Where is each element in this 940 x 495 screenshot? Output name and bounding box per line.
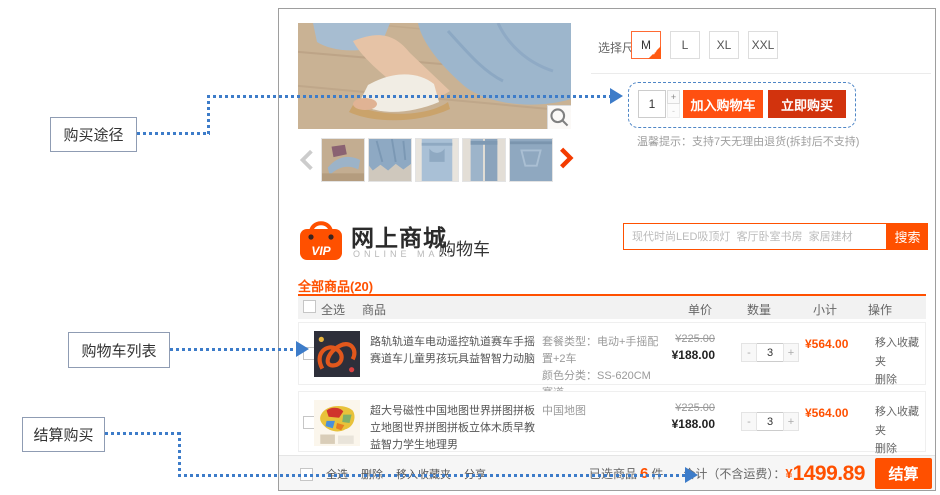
- item-price: ¥225.00 ¥188.00: [651, 333, 715, 362]
- cart-footer-bar: 全选 删除 移入收藏夹 分享 已选商品 6 件 合计（不含运费）： ¥ 1499…: [279, 455, 935, 490]
- item-subtotal: ¥564.00: [805, 406, 848, 420]
- item-actions: 移入收藏夹 删除: [875, 334, 925, 390]
- row-quantity-stepper: - +: [741, 412, 799, 431]
- cart-table-header: 全选 商品 单价 数量 小计 操作: [298, 296, 926, 319]
- select-all-checkbox[interactable]: [303, 300, 316, 313]
- annotation-purchase-path: 购买途径: [50, 117, 137, 152]
- item-image-china-map[interactable]: [314, 400, 360, 446]
- dotted-line: [178, 474, 686, 477]
- row-quantity-input[interactable]: [757, 343, 783, 362]
- size-option-xl[interactable]: XL: [709, 31, 739, 59]
- current-price: ¥188.00: [651, 348, 715, 362]
- thumbnail-2[interactable]: [368, 138, 412, 182]
- cart-row-china-map: 超大号磁性中国地图世界拼图拼板立地图世界拼图拼板立体木质早教益智力学生地理男 中…: [298, 391, 926, 452]
- dotted-line: [137, 132, 210, 135]
- quantity-input[interactable]: [638, 90, 666, 118]
- col-select-all: 全选: [321, 301, 345, 318]
- vip-text: VIP: [311, 244, 331, 258]
- search-input[interactable]: [623, 223, 887, 250]
- dotted-line: [105, 432, 181, 435]
- arrow-head-icon: [296, 341, 309, 357]
- page-title-cart: 购物车: [439, 235, 490, 260]
- thumbnail-4[interactable]: [462, 138, 506, 182]
- current-price: ¥188.00: [651, 417, 715, 431]
- quantity-increase-button[interactable]: +: [667, 90, 680, 104]
- increase-button[interactable]: +: [783, 343, 799, 362]
- col-unit-price: 单价: [688, 301, 712, 318]
- chevron-right-icon[interactable]: [558, 147, 574, 169]
- cart-row-track-toy: 路轨轨道车电动遥控轨道赛车手摇赛道车儿童男孩玩具益智智力动脑 套餐类型：电动+手…: [298, 322, 926, 385]
- cart-rows: 路轨轨道车电动遥控轨道赛车手摇赛道车儿童男孩玩具益智智力动脑 套餐类型：电动+手…: [298, 322, 926, 458]
- col-subtotal: 小计: [813, 301, 837, 318]
- row-quantity-input[interactable]: [757, 412, 783, 431]
- col-product: 商品: [362, 301, 386, 318]
- move-to-favorites-link[interactable]: 移入收藏夹: [875, 334, 925, 371]
- product-main-image: [298, 23, 571, 129]
- size-option-m[interactable]: M ✓: [631, 31, 661, 59]
- move-to-favorites-link[interactable]: 移入收藏夹: [875, 403, 925, 440]
- thumbnail-3[interactable]: [415, 138, 459, 182]
- annotation-cart-list: 购物车列表: [68, 332, 170, 368]
- item-image-track-toy[interactable]: [314, 331, 360, 377]
- col-action: 操作: [868, 301, 892, 318]
- shop-panel: 选择尺码: M ✓ L XL XXL + - 加入购物车 立即购买 温馨提示：支…: [278, 8, 936, 491]
- thumbnail-1[interactable]: [321, 138, 365, 182]
- size-option-l[interactable]: L: [670, 31, 700, 59]
- thumbnail-5[interactable]: [509, 138, 553, 182]
- delete-link[interactable]: 删除: [875, 371, 925, 390]
- vip-bag-logo-icon: VIP: [298, 215, 344, 262]
- dotted-line: [207, 95, 611, 98]
- total-amount: 1499.89: [793, 462, 865, 486]
- arrow-head-icon: [685, 467, 698, 483]
- dotted-line: [178, 432, 181, 477]
- item-title[interactable]: 超大号磁性中国地图世界拼图拼板立地图世界拼图拼板立体木质早教益智力学生地理男: [370, 403, 538, 454]
- mall-title: 网上商城: [351, 219, 447, 253]
- currency-symbol: ¥: [785, 466, 792, 481]
- size-option-xxl[interactable]: XXL: [748, 31, 778, 59]
- col-quantity: 数量: [747, 301, 771, 318]
- quantity-decrease-button[interactable]: -: [667, 104, 680, 118]
- selected-corner-icon: ✓: [648, 46, 661, 59]
- checkout-button[interactable]: 结算: [875, 458, 932, 489]
- decrease-button[interactable]: -: [741, 412, 757, 431]
- cart-section-title: 全部商品(20): [298, 276, 373, 295]
- dotted-line: [207, 95, 210, 135]
- item-price: ¥225.00 ¥188.00: [651, 402, 715, 431]
- size-options: M ✓ L XL XXL: [631, 31, 778, 59]
- chevron-left-icon[interactable]: [299, 149, 315, 171]
- buy-now-button[interactable]: 立即购买: [768, 90, 846, 118]
- thumbnail-strip: [321, 138, 553, 182]
- original-price: ¥225.00: [651, 333, 715, 345]
- row-quantity-stepper: - +: [741, 343, 799, 362]
- divider: [591, 73, 931, 74]
- return-policy-tip: 温馨提示：支持7天无理由退货(拆封后不支持): [637, 133, 859, 149]
- quantity-stepper: + -: [667, 90, 680, 118]
- original-price: ¥225.00: [651, 402, 715, 414]
- sandal-photo: [298, 23, 571, 129]
- item-actions: 移入收藏夹 删除: [875, 403, 925, 459]
- arrow-head-icon: [610, 88, 623, 104]
- total-label: 合计（不含运费）：: [683, 465, 785, 482]
- search-button[interactable]: 搜索: [887, 223, 928, 250]
- increase-button[interactable]: +: [783, 412, 799, 431]
- decrease-button[interactable]: -: [741, 343, 757, 362]
- tutorial-screenshot: 选择尺码: M ✓ L XL XXL + - 加入购物车 立即购买 温馨提示：支…: [0, 0, 940, 495]
- item-spec: 中国地图: [542, 403, 660, 420]
- item-title[interactable]: 路轨轨道车电动遥控轨道赛车手摇赛道车儿童男孩玩具益智智力动脑: [370, 334, 538, 368]
- item-subtotal: ¥564.00: [805, 337, 848, 351]
- annotation-checkout: 结算购买: [22, 417, 105, 452]
- add-to-cart-button[interactable]: 加入购物车: [683, 90, 763, 118]
- dotted-line: [170, 348, 297, 351]
- magnifier-icon[interactable]: [547, 105, 571, 129]
